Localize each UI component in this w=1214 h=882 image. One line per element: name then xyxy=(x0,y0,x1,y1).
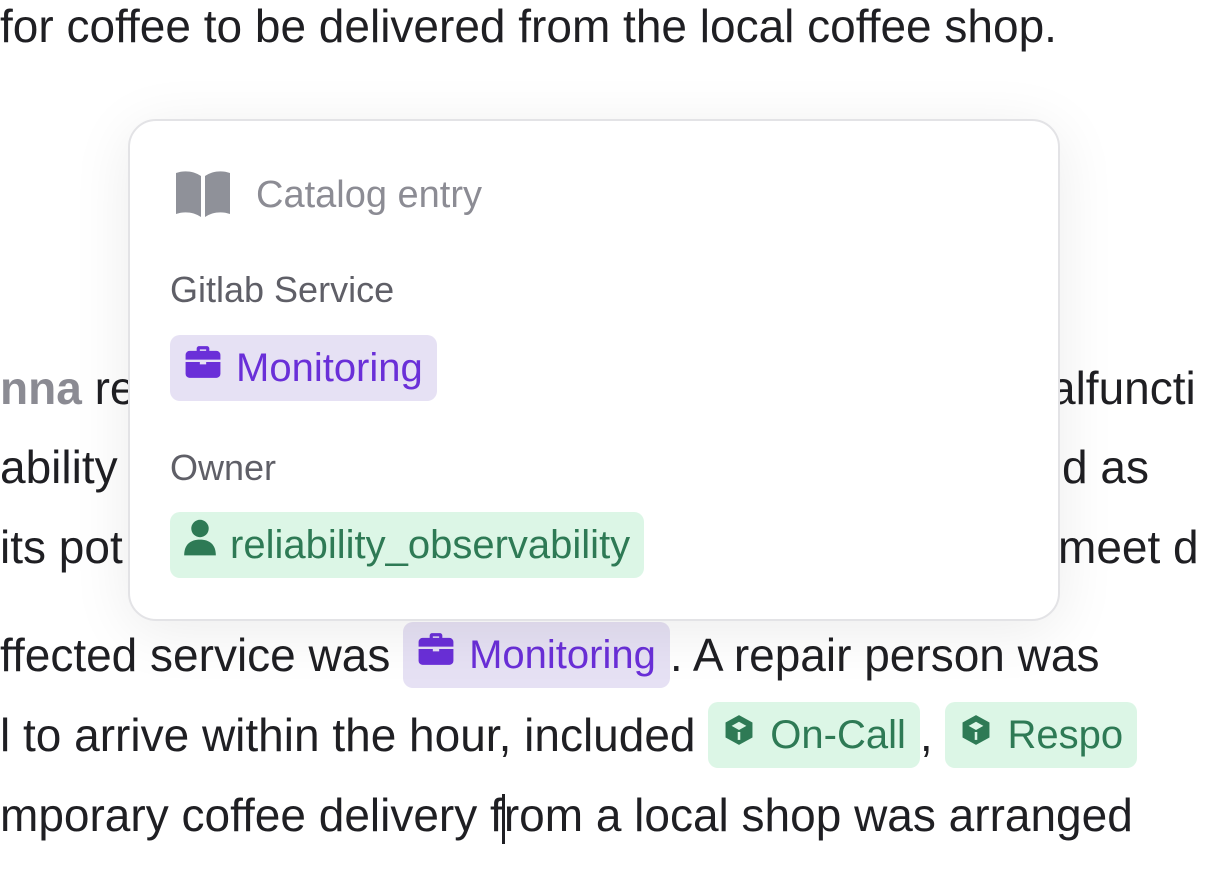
person-icon xyxy=(184,511,216,577)
card-title: Catalog entry xyxy=(256,173,483,216)
chip-label: Monitoring xyxy=(236,346,423,390)
catalog-chip-on-call[interactable]: On-Call xyxy=(708,702,920,768)
cube-icon xyxy=(959,701,993,767)
briefcase-icon xyxy=(184,334,222,400)
doc-line-affected: ffected service was Monitoring . A repair… xyxy=(0,622,1100,692)
user-mention[interactable]: nna xyxy=(0,362,82,414)
owner-chip[interactable]: reliability_observability xyxy=(170,511,645,578)
doc-text: . A repair person was xyxy=(669,629,1100,682)
doc-text: its pot xyxy=(0,521,123,573)
doc-line-ability: ability xyxy=(0,438,118,496)
doc-line-temporary: mporary coffee delivery from a local sho… xyxy=(0,786,1133,844)
doc-line-anna: nna re xyxy=(0,359,135,417)
doc-text: , xyxy=(919,709,933,762)
doc-text: ffected service was xyxy=(0,629,404,682)
doc-text: l to arrive within the hour, included xyxy=(0,709,709,762)
doc-text: meet d xyxy=(1058,521,1199,573)
chip-label: Respo xyxy=(1007,713,1124,757)
doc-text: alfuncti xyxy=(1050,362,1196,414)
chip-label: On-Call xyxy=(770,713,906,757)
doc-line-ability-tail: d as xyxy=(1062,438,1149,496)
catalog-chip-response[interactable]: Respo xyxy=(945,701,1138,768)
doc-line-anna-tail: alfuncti xyxy=(1050,359,1196,417)
doc-line-coffee-delivery: for coffee to be delivered from the loca… xyxy=(0,0,1057,55)
doc-text: rom a local shop was arranged xyxy=(503,789,1133,841)
briefcase-icon xyxy=(417,621,455,687)
doc-line-its-tail: meet d xyxy=(1058,518,1199,576)
service-field-label: Gitlab Service xyxy=(170,269,395,310)
owner-field-label: Owner xyxy=(170,447,277,488)
doc-line-its: its pot xyxy=(0,518,123,576)
doc-text: ability xyxy=(0,441,118,493)
doc-line-arrive: l to arrive within the hour, included On… xyxy=(0,702,1138,772)
service-chip-monitoring[interactable]: Monitoring xyxy=(170,335,437,401)
book-icon xyxy=(174,168,232,223)
doc-text: mporary coffee delivery f xyxy=(0,789,503,841)
card-header: Catalog entry xyxy=(174,167,482,223)
chip-label: Monitoring xyxy=(469,633,656,677)
cube-icon xyxy=(722,701,756,767)
doc-text: d as xyxy=(1062,441,1149,493)
catalog-entry-card: Catalog entry Gitlab Service Monitoring … xyxy=(128,119,1060,621)
catalog-chip-monitoring[interactable]: Monitoring xyxy=(403,622,670,688)
doc-text: for coffee to be delivered from the loca… xyxy=(0,0,1057,52)
chip-label: reliability_observability xyxy=(230,523,631,567)
